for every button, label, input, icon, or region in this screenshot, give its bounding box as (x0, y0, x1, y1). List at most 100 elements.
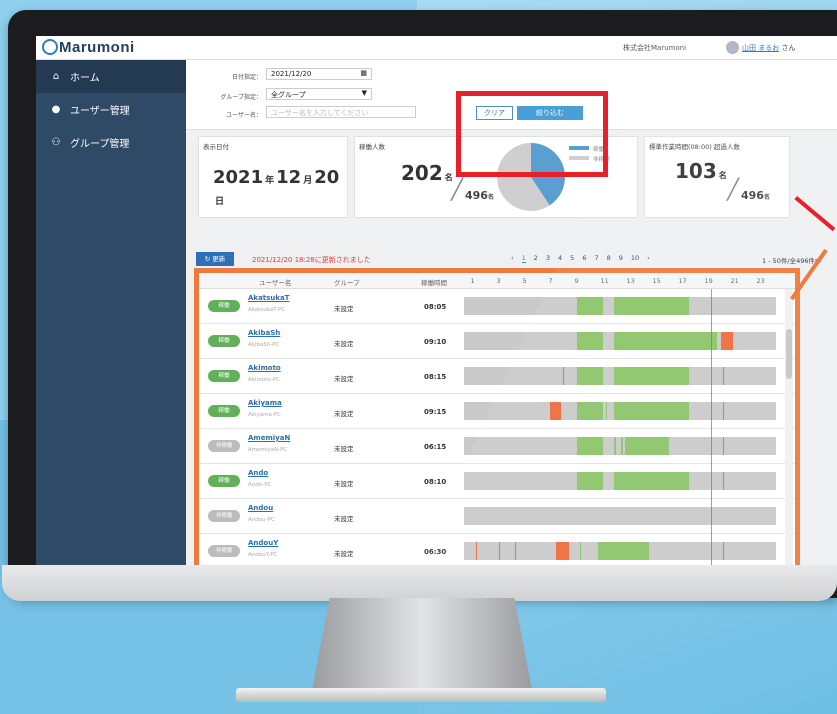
active-segment (613, 332, 689, 350)
user-name-link[interactable]: Ando (248, 469, 268, 477)
pc-name: Andou-PC (248, 517, 275, 523)
user-name-link[interactable]: AmemiyaN (248, 434, 290, 442)
calendar-icon[interactable]: ▦ (360, 69, 367, 77)
timeline-bar (464, 507, 776, 525)
pc-name: Akimoto-PC (248, 377, 280, 383)
active-segment (688, 332, 718, 350)
active-segment (625, 437, 670, 455)
hour-tick-label: 15 (652, 277, 661, 285)
group-cell: 未設定 (334, 340, 354, 348)
table-row: 稼働 AkatsukaT AkatsukaT-PC 未設定 08:05 (199, 289, 795, 324)
refresh-button[interactable]: ↻ 更新 (196, 252, 234, 266)
alert-segment (514, 542, 516, 560)
alert-segment (721, 332, 734, 350)
alert-segment (475, 542, 477, 560)
activity-table: ユーザー名 グループ 稼働時間 1 3 5 7 9 11 13 15 17 19 21 23 稼働 Ak… (194, 268, 800, 565)
timeline-bar (464, 367, 776, 385)
group-cell: 未設定 (334, 550, 354, 558)
user-name-link[interactable]: AkatsukaT (248, 294, 289, 302)
divider-slash: ╱ (451, 177, 464, 201)
table-row: 稼働 Ando Ando-PC 未設定 08:10 (199, 464, 795, 499)
page-prev[interactable]: ‹ (511, 254, 514, 263)
group-cell: 未設定 (334, 445, 354, 453)
monitor-base (236, 688, 606, 702)
page-next[interactable]: › (647, 254, 650, 263)
sidebar-item-groups[interactable]: ⚇ グループ管理 (36, 126, 186, 159)
user-menu[interactable]: 山田 まるお さん (742, 43, 795, 53)
table-header: ユーザー名 グループ 稼働時間 1 3 5 7 9 11 13 15 17 19 21 23 (199, 273, 795, 289)
overtime-highlight-box (456, 91, 608, 177)
active-segment (613, 472, 689, 490)
column-user: ユーザー名 (259, 279, 292, 287)
hour-tick-label: 1 (470, 277, 475, 285)
page-link[interactable]: 5 (570, 254, 574, 263)
hour-tick-label: 21 (730, 277, 739, 285)
date-field[interactable]: 2021/12/20 ▦ (266, 68, 372, 80)
hour-tick-label: 13 (626, 277, 635, 285)
date-card: 表示日付 2021 年 12 月 20日 (198, 136, 348, 218)
user-name-link[interactable]: Akimoto (248, 364, 281, 372)
pc-name: AmemiyaN-PC (248, 447, 288, 453)
home-icon: ⌂ (52, 71, 60, 82)
page-link[interactable]: 6 (582, 254, 586, 263)
page-link[interactable]: 1 (521, 254, 526, 263)
display-date: 2021 年 12 月 20日 (213, 167, 340, 207)
alert-segment (722, 402, 724, 420)
page-link[interactable]: 3 (546, 254, 550, 263)
page-link[interactable]: 2 (534, 254, 538, 263)
alert-segment (549, 402, 562, 420)
status-badge: 稼働 (208, 475, 240, 487)
current-time-line (711, 289, 712, 565)
hours-cell: 09:15 (424, 408, 447, 416)
hour-tick-label: 23 (756, 277, 765, 285)
user-name-link[interactable]: AndouY (248, 539, 278, 547)
hours-cell: 08:10 (424, 478, 447, 486)
group-select[interactable]: 全グループ ▼ (266, 88, 372, 100)
total-count: 496名 (741, 189, 770, 202)
table-row: 非稼働 AndouY AndouY-PC 未設定 06:30 (199, 534, 795, 565)
user-name-link[interactable]: Andou (248, 504, 273, 512)
status-badge: 稼働 (208, 405, 240, 417)
page-link[interactable]: 9 (619, 254, 623, 263)
status-badge: 非稼働 (208, 545, 240, 557)
user-name-link[interactable]: Akiyama (248, 399, 282, 407)
active-segment (613, 437, 617, 455)
table-row: 非稼働 AmemiyaN AmemiyaN-PC 未設定 06:15 (199, 429, 795, 464)
user-name-link[interactable]: AkibaSh (248, 329, 280, 337)
total-count: 496名 (465, 189, 494, 202)
timeline-bar (464, 437, 776, 455)
page-link[interactable]: 4 (558, 254, 562, 263)
active-segment (577, 332, 604, 350)
page-link[interactable]: 7 (594, 254, 598, 263)
app-logo[interactable]: Marumoni (42, 39, 135, 56)
active-segment (613, 367, 689, 385)
alert-segment (556, 542, 570, 560)
hour-tick-label: 9 (574, 277, 579, 285)
page-link[interactable]: 10 (631, 254, 639, 263)
scrollbar-thumb[interactable] (786, 329, 792, 379)
group-cell: 未設定 (334, 515, 354, 523)
hour-tick-label: 7 (548, 277, 553, 285)
alert-segment (722, 472, 724, 490)
company-name: 株式会社Marumoni (623, 44, 687, 52)
hour-tick-label: 3 (496, 277, 501, 285)
active-segment (577, 402, 604, 420)
avatar-icon[interactable] (726, 41, 739, 54)
pc-name: Ando-PC (248, 482, 272, 488)
timeline-bar (464, 402, 776, 420)
table-scrollbar[interactable] (785, 289, 793, 565)
group-cell: 未設定 (334, 480, 354, 488)
sidebar-item-home[interactable]: ⌂ ホーム (36, 60, 186, 93)
user-search-input[interactable]: ユーザー名を入力してください (266, 106, 416, 118)
table-row: 非稼働 Andou Andou-PC 未設定 (199, 499, 795, 534)
monitor-stand (312, 598, 532, 690)
sidebar-item-users[interactable]: ● ユーザー管理 (36, 93, 186, 126)
hour-tick-label: 5 (522, 277, 527, 285)
status-badge: 稼働 (208, 300, 240, 312)
timeline-bar (464, 297, 776, 315)
hours-cell: 09:10 (424, 338, 447, 346)
updated-status: 2021/12/20 18:28に更新されました (252, 256, 371, 264)
page-link[interactable]: 8 (607, 254, 611, 263)
alert-segment (722, 437, 724, 455)
hours-cell: 06:30 (424, 548, 447, 556)
